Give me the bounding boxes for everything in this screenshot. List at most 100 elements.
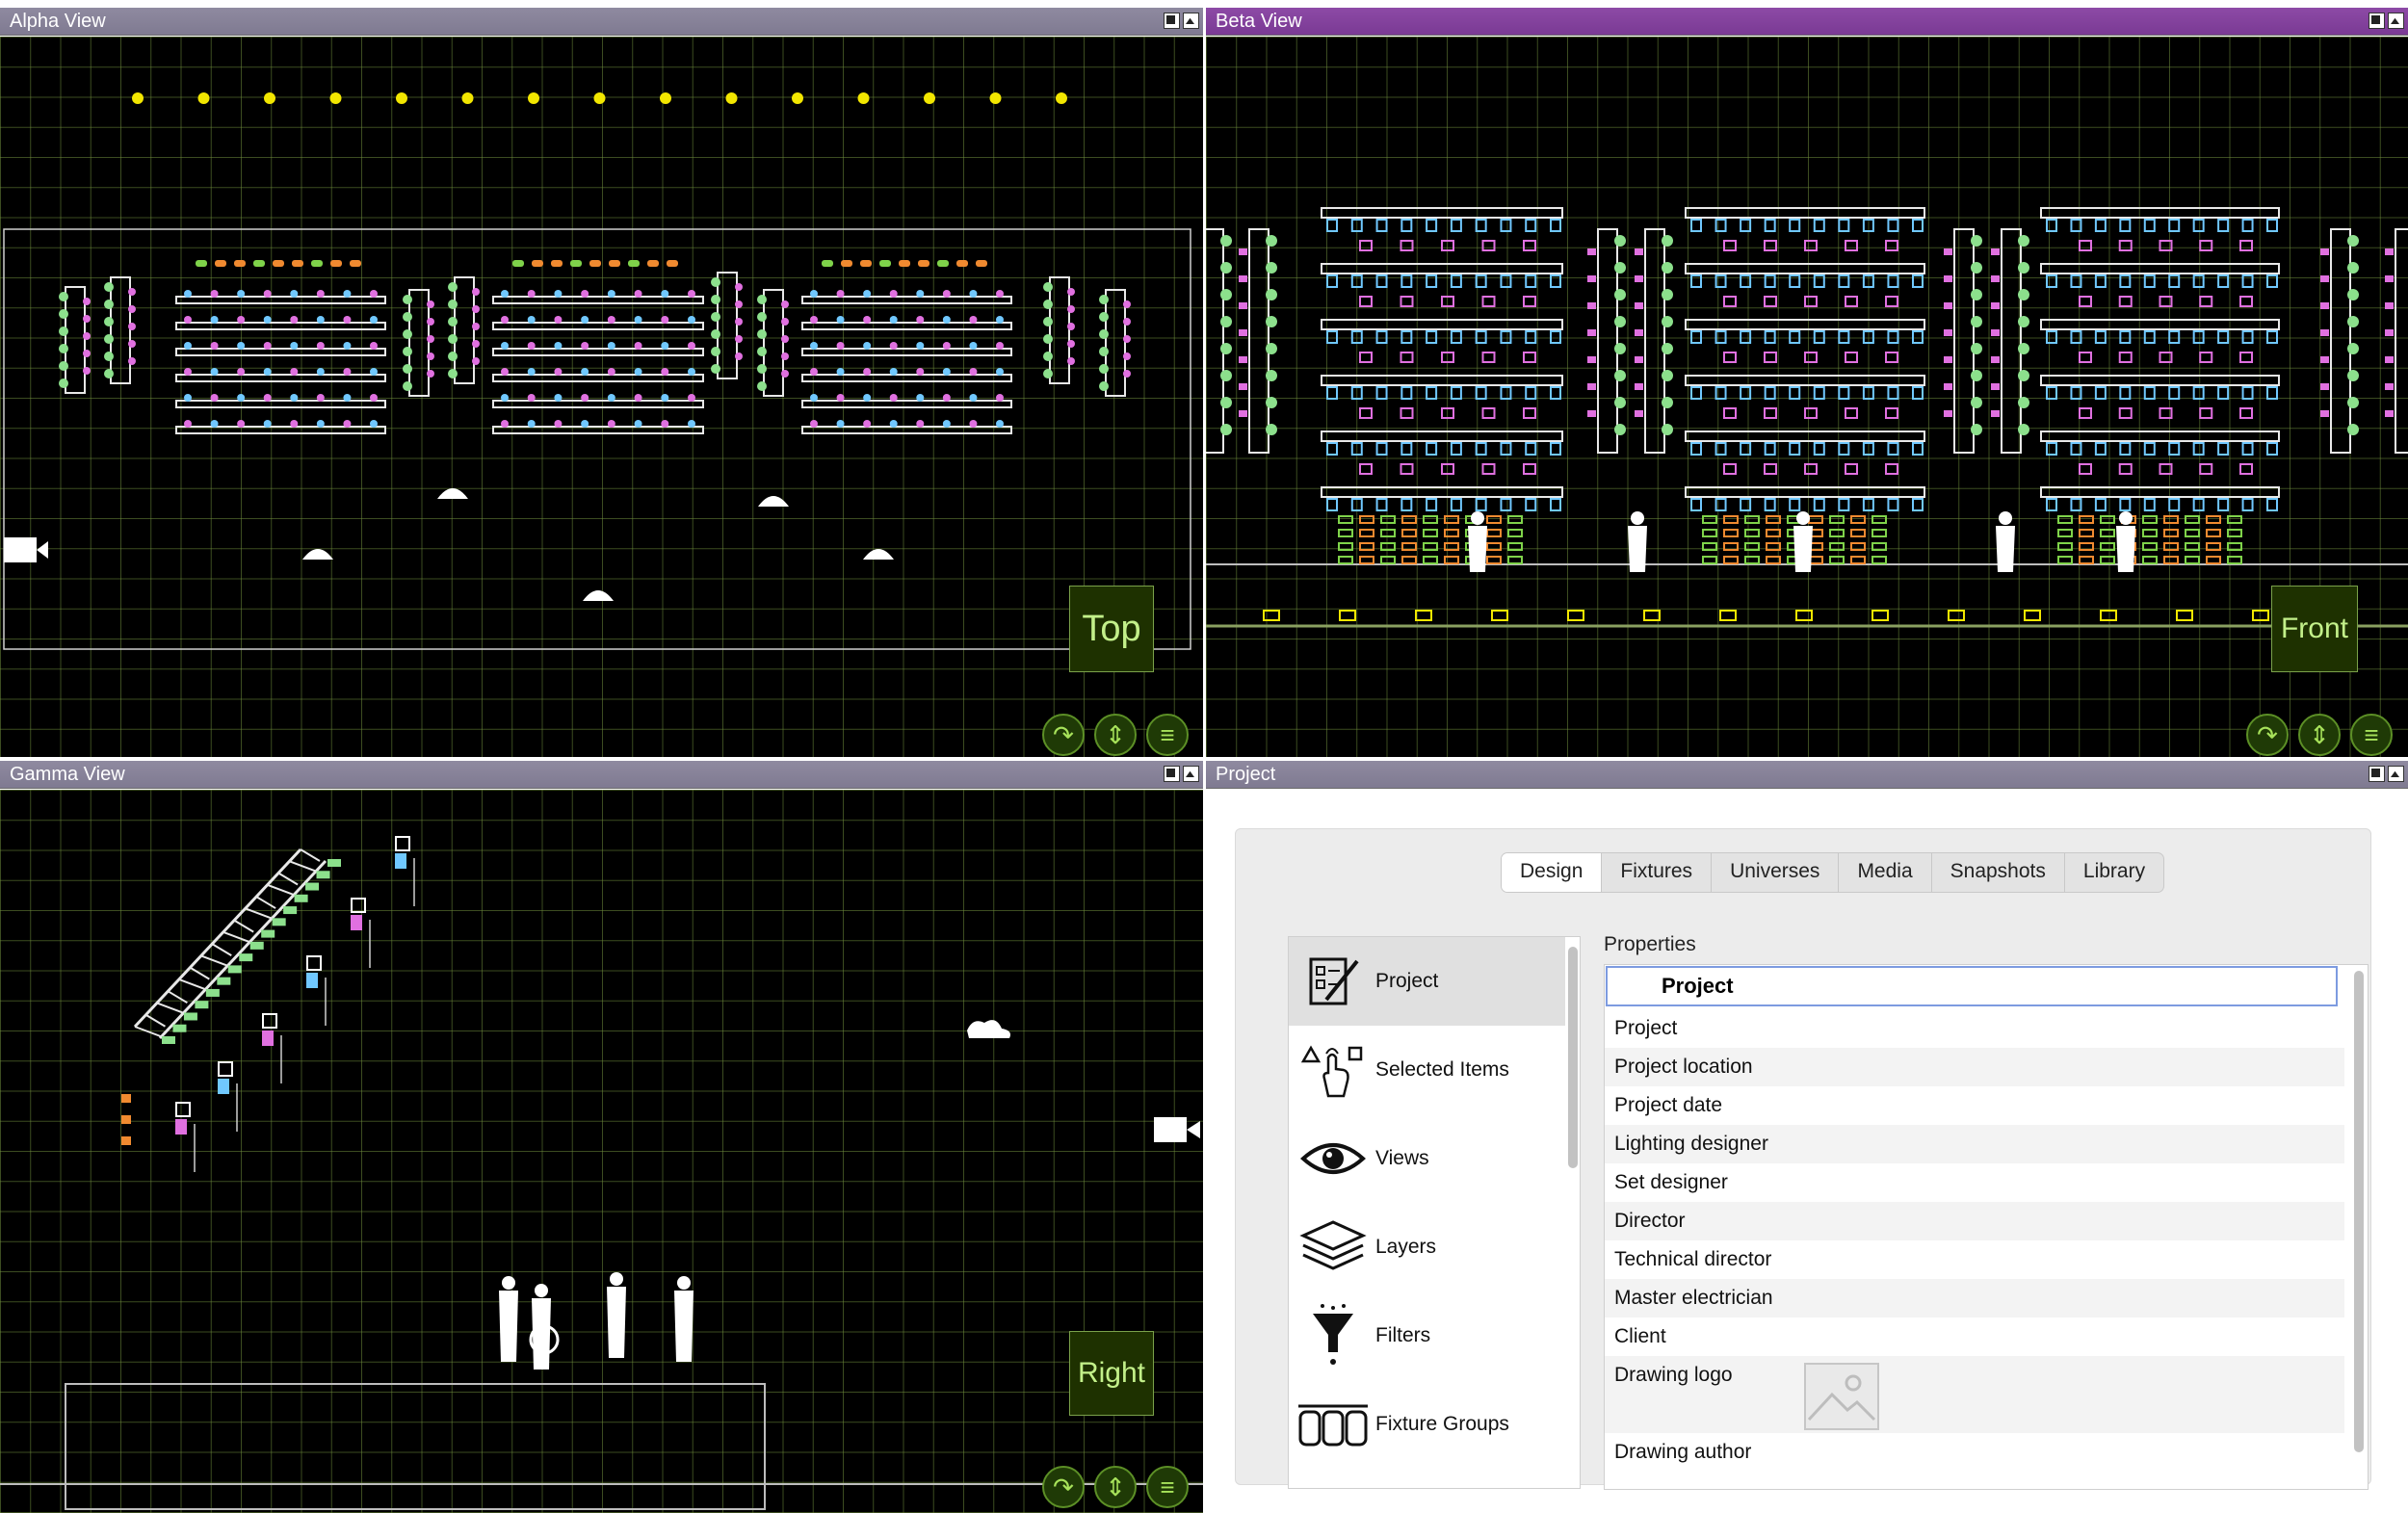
spot-fixture [551, 260, 563, 267]
fixture [2046, 498, 2057, 511]
side-fixture [1043, 317, 1053, 326]
fixture [2070, 442, 2082, 456]
sidebar-item-fixture-groups[interactable]: Fixture Groups [1289, 1380, 1565, 1469]
floor-fixture [1338, 515, 1353, 524]
view-orientation-label[interactable]: Top [1069, 586, 1154, 672]
sidebar-item-selected-items[interactable]: Selected Items [1289, 1026, 1565, 1114]
property-row[interactable]: Lighting designer [1605, 1125, 2344, 1163]
zoom-fit-icon[interactable]: ⇕ [2298, 714, 2341, 756]
floor-fixture [1871, 515, 1887, 524]
side-fixture [1944, 356, 1952, 363]
truss-fixture [227, 965, 242, 974]
side-fixture [472, 288, 480, 296]
properties-header[interactable]: Project [1606, 966, 2338, 1006]
wash-fixture [634, 316, 642, 324]
zoom-fit-icon[interactable]: ⇕ [1094, 1466, 1137, 1508]
floor-fixture [1423, 529, 1438, 537]
rotate-icon[interactable]: ↷ [1042, 1466, 1085, 1508]
wash-fixture [343, 290, 352, 298]
sidebar-item-layers[interactable]: Layers [1289, 1203, 1565, 1291]
fixture [1450, 274, 1462, 288]
fixture [2143, 386, 2156, 400]
menu-icon[interactable]: ≡ [1146, 714, 1189, 756]
wash-fixture [527, 368, 536, 376]
property-row[interactable]: Project [1605, 1009, 2344, 1048]
side-fixture [2018, 235, 2029, 247]
tab-library[interactable]: Library [2065, 853, 2163, 892]
project-titlebar[interactable]: Project [1206, 761, 2408, 789]
truss [492, 374, 704, 382]
properties-scrollbar[interactable] [2354, 971, 2364, 1452]
maximize-icon[interactable] [1164, 13, 1180, 29]
wash-fixture [836, 420, 845, 428]
wash-fixture [607, 316, 615, 324]
alpha-view-titlebar[interactable]: Alpha View [0, 8, 1203, 36]
view-orientation-label[interactable]: Front [2271, 586, 2358, 672]
truss [175, 348, 386, 356]
side-fixture [104, 334, 114, 344]
menu-icon[interactable]: ≡ [1146, 1466, 1189, 1508]
floor-fixture [2227, 542, 2242, 551]
tab-fixtures[interactable]: Fixtures [1602, 853, 1713, 892]
footlight-fixture [2024, 610, 2041, 621]
restore-icon[interactable] [2388, 766, 2404, 782]
sidebar-item-project[interactable]: Project [1289, 937, 1565, 1026]
sidebar-item-filters[interactable]: Filters [1289, 1291, 1565, 1380]
property-row[interactable]: Master electrician [1605, 1279, 2344, 1317]
side-fixture [1099, 295, 1109, 304]
side-fixture [1944, 302, 1952, 309]
fixture [2046, 274, 2057, 288]
restore-icon[interactable] [2388, 13, 2404, 29]
zoom-fit-icon[interactable]: ⇕ [1094, 714, 1137, 756]
property-row-drawing-logo[interactable]: Drawing logo [1605, 1356, 2344, 1433]
property-row[interactable]: Drawing author [1605, 1433, 2344, 1472]
restore-icon[interactable] [1183, 13, 1199, 29]
property-row[interactable]: Project date [1605, 1086, 2344, 1125]
wash-fixture [889, 420, 898, 428]
maximize-icon[interactable] [2369, 766, 2385, 782]
tab-design[interactable]: Design [1502, 853, 1603, 892]
side-fixture [2018, 289, 2029, 300]
fixture [1375, 442, 1388, 456]
tab-snapshots[interactable]: Snapshots [1932, 853, 2065, 892]
sidebar-scrollbar[interactable] [1568, 947, 1578, 1168]
wash-fixture [263, 420, 272, 428]
property-row[interactable]: Technical director [1605, 1240, 2344, 1279]
fixture [1885, 407, 1898, 419]
side-fixture [403, 312, 412, 322]
vertical-truss [1953, 228, 1975, 454]
side-fixture [448, 352, 458, 361]
performer-body [2116, 526, 2135, 572]
property-row[interactable]: Project location [1605, 1048, 2344, 1086]
gamma-view-titlebar[interactable]: Gamma View [0, 761, 1203, 789]
wash-fixture [916, 342, 925, 350]
sidebar-item-views[interactable]: Views [1289, 1114, 1565, 1203]
maximize-icon[interactable] [1164, 766, 1180, 782]
rotate-icon[interactable]: ↷ [2246, 714, 2289, 756]
floor-fixture [2057, 556, 2073, 564]
property-row[interactable]: Client [1605, 1317, 2344, 1356]
fixture [1714, 386, 1727, 400]
side-fixture [1043, 369, 1053, 378]
floor-fixture [1744, 556, 1760, 564]
maximize-icon[interactable] [2369, 13, 2385, 29]
truss-lacing [134, 1026, 167, 1039]
restore-icon[interactable] [1183, 766, 1199, 782]
performer-head [610, 1272, 623, 1286]
wash-fixture [370, 342, 378, 350]
property-row[interactable]: Director [1605, 1202, 2344, 1240]
gamma-view-canvas[interactable]: Right ↷ ⇕ ≡ [0, 790, 1203, 1513]
truss-lacing [233, 919, 254, 933]
truss-chord [158, 859, 327, 1040]
tab-universes[interactable]: Universes [1712, 853, 1840, 892]
view-orientation-label[interactable]: Right [1069, 1331, 1154, 1416]
property-row[interactable]: Set designer [1605, 1163, 2344, 1202]
beta-view-titlebar[interactable]: Beta View [1206, 8, 2408, 36]
beta-view-canvas[interactable]: Front ↷ ⇕ ≡ [1206, 37, 2408, 757]
spot-fixture [609, 260, 620, 267]
tab-media[interactable]: Media [1839, 853, 1932, 892]
alpha-view-canvas[interactable]: Top ↷ ⇕ ≡ [0, 37, 1203, 757]
menu-icon[interactable]: ≡ [2350, 714, 2393, 756]
rotate-icon[interactable]: ↷ [1042, 714, 1085, 756]
side-fixture [2347, 235, 2359, 247]
